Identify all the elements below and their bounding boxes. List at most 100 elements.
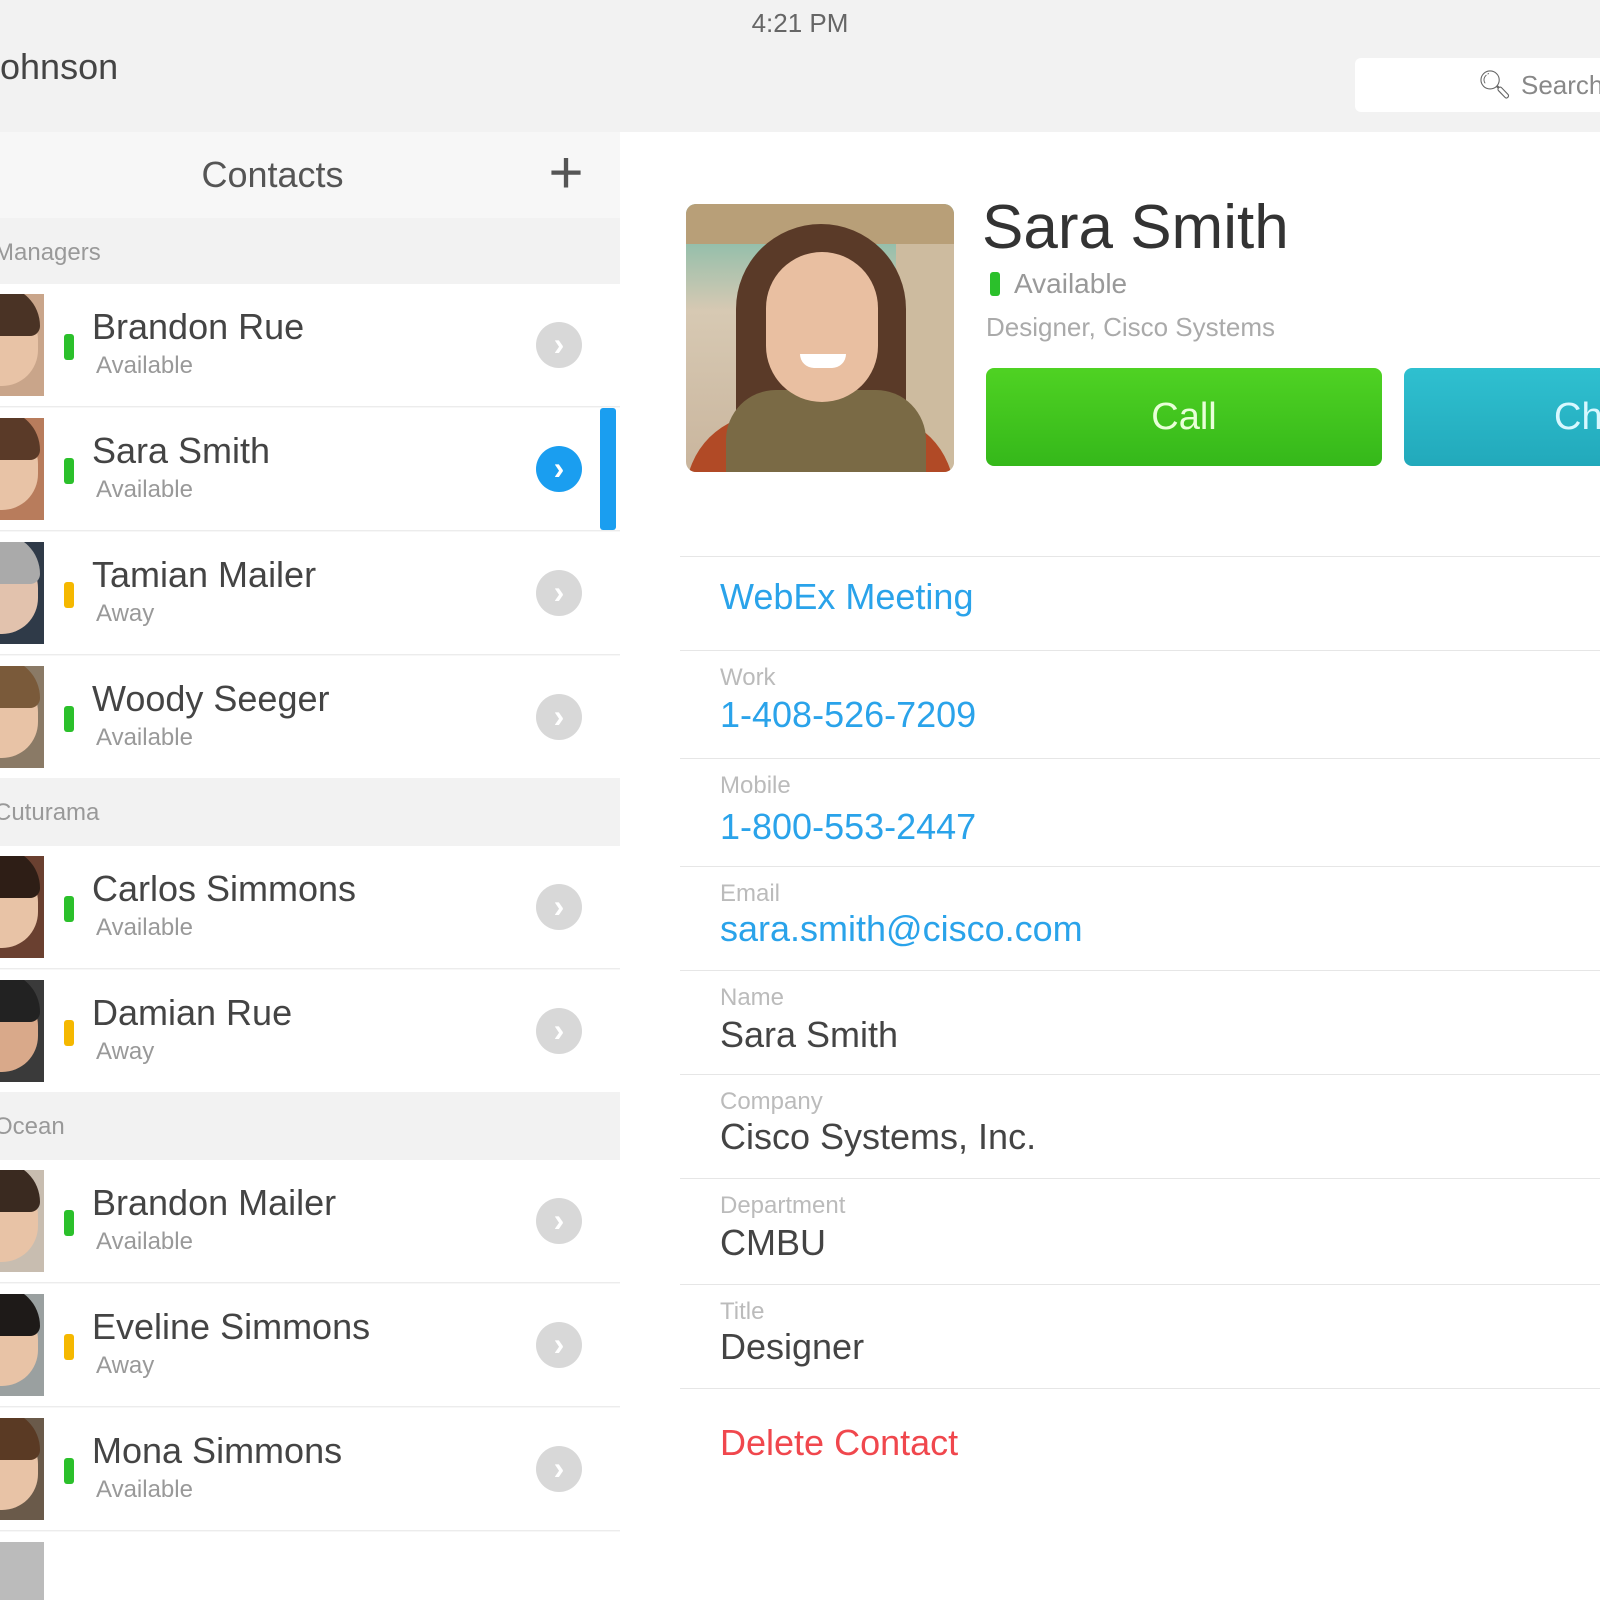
- contact-name: Mona Simmons: [92, 1430, 343, 1471]
- field-label-company: Company: [720, 1088, 823, 1115]
- avatar: [0, 1418, 44, 1520]
- group-label-managers: Managers: [0, 218, 620, 288]
- divider: [680, 758, 1600, 759]
- contacts-panel: Contacts + Managers Brandon Rue Availabl…: [0, 132, 620, 1600]
- contact-name: Carlos Simmons: [92, 868, 357, 909]
- field-value-title: Designer: [720, 1326, 865, 1367]
- presence-indicator: [64, 706, 74, 732]
- divider: [680, 1074, 1600, 1075]
- contact-row-woody-seeger[interactable]: Woody Seeger Available ›: [0, 656, 620, 779]
- presence-indicator: [64, 1210, 74, 1236]
- contact-row-eveline-simmons[interactable]: Eveline Simmons Away ›: [0, 1284, 620, 1407]
- divider: [680, 650, 1600, 651]
- search-placeholder: Search: [1521, 70, 1600, 100]
- presence-indicator: [64, 1334, 74, 1360]
- chat-button[interactable]: Chat: [1404, 368, 1600, 466]
- avatar: [0, 856, 44, 958]
- divider: [680, 1388, 1600, 1389]
- contact-status: Available: [96, 476, 193, 503]
- contact-row-mona-simmons[interactable]: Mona Simmons Available ›: [0, 1408, 620, 1531]
- divider: [680, 1284, 1600, 1285]
- contact-name: Tamian Mailer: [92, 554, 317, 595]
- chevron-right-icon[interactable]: ›: [536, 1446, 582, 1492]
- email-link[interactable]: sara.smith@cisco.com: [720, 908, 1083, 950]
- presence-indicator: [990, 272, 1000, 296]
- contact-status: Away: [96, 600, 155, 627]
- field-value-name: Sara Smith: [720, 1014, 899, 1055]
- avatar: [0, 666, 44, 768]
- group-label-cuturama: Cuturama: [0, 778, 620, 848]
- current-user-name: ohnson: [0, 46, 119, 87]
- contact-detail-title: Designer, Cisco Systems: [986, 312, 1275, 342]
- chevron-right-icon[interactable]: ›: [536, 570, 582, 616]
- contact-status: Available: [96, 914, 193, 941]
- field-label-email: Email: [720, 880, 781, 907]
- group-label-ocean: Ocean: [0, 1092, 620, 1162]
- avatar: [0, 1542, 44, 1600]
- contact-row-partial[interactable]: [0, 1532, 620, 1600]
- call-button[interactable]: Call: [986, 368, 1382, 466]
- contact-detail-name: Sara Smith: [982, 193, 1289, 262]
- contact-row-damian-rue[interactable]: Damian Rue Away ›: [0, 970, 620, 1093]
- work-phone-link[interactable]: 1-408-526-7209: [720, 694, 976, 736]
- chevron-right-icon[interactable]: ›: [536, 1322, 582, 1368]
- divider: [680, 970, 1600, 971]
- contact-photo: [686, 204, 954, 472]
- contacts-title: Contacts: [201, 154, 344, 195]
- field-label-title: Title: [720, 1298, 765, 1325]
- presence-indicator: [64, 1020, 74, 1046]
- chevron-right-icon[interactable]: ›: [536, 322, 582, 368]
- contact-name: Woody Seeger: [92, 678, 330, 719]
- contact-name: Damian Rue: [92, 992, 293, 1033]
- field-label-work: Work: [720, 664, 776, 691]
- contact-row-tamian-mailer[interactable]: Tamian Mailer Away ›: [0, 532, 620, 655]
- clock: 4:21 PM: [751, 8, 849, 38]
- avatar: [0, 542, 44, 644]
- contact-name: Brandon Rue: [92, 306, 305, 347]
- avatar: [0, 1170, 44, 1272]
- contact-status: Available: [96, 1476, 193, 1503]
- presence-indicator: [64, 1458, 74, 1484]
- delete-contact-button[interactable]: Delete Contact: [720, 1422, 958, 1464]
- add-contact-button[interactable]: +: [538, 143, 594, 204]
- chevron-right-icon[interactable]: ›: [536, 1008, 582, 1054]
- search-input[interactable]: 🔍︎ Search: [1355, 58, 1600, 112]
- presence-indicator: [64, 458, 74, 484]
- divider: [680, 866, 1600, 867]
- contact-name: Sara Smith: [92, 430, 271, 471]
- contact-row-brandon-mailer[interactable]: Brandon Mailer Available ›: [0, 1160, 620, 1283]
- field-value-department: CMBU: [720, 1222, 826, 1263]
- presence-indicator: [64, 334, 74, 360]
- divider: [680, 556, 1600, 557]
- contact-detail-status: Available: [1014, 268, 1128, 299]
- contact-detail-panel: Sara Smith Available Designer, Cisco Sys…: [620, 132, 1600, 1600]
- field-label-mobile: Mobile: [720, 772, 791, 799]
- selection-indicator: [600, 408, 616, 530]
- chevron-right-icon[interactable]: ›: [536, 884, 582, 930]
- contact-status: Available: [96, 1228, 193, 1255]
- chevron-right-icon[interactable]: ›: [536, 694, 582, 740]
- top-bar: 4:21 PM ohnson 🔍︎ Search: [0, 0, 1600, 130]
- avatar: [0, 418, 44, 520]
- presence-indicator: [64, 582, 74, 608]
- webex-meeting-link[interactable]: WebEx Meeting: [720, 576, 973, 618]
- contact-status: Available: [96, 724, 193, 751]
- avatar: [0, 1294, 44, 1396]
- field-value-company: Cisco Systems, Inc.: [720, 1116, 1037, 1157]
- contact-row-carlos-simmons[interactable]: Carlos Simmons Available ›: [0, 846, 620, 969]
- contact-name: Brandon Mailer: [92, 1182, 337, 1223]
- search-icon: 🔍︎: [1477, 69, 1513, 100]
- field-label-name: Name: [720, 984, 785, 1011]
- contact-status: Available: [96, 352, 193, 379]
- chevron-right-icon[interactable]: ›: [536, 446, 582, 492]
- contact-status: Away: [96, 1038, 155, 1065]
- contact-row-sara-smith[interactable]: Sara Smith Available ›: [0, 408, 620, 531]
- chevron-right-icon[interactable]: ›: [536, 1198, 582, 1244]
- field-label-department: Department: [720, 1192, 846, 1219]
- contact-name: Eveline Simmons: [92, 1306, 371, 1347]
- contacts-header: Contacts +: [0, 132, 620, 224]
- presence-indicator: [64, 896, 74, 922]
- contact-row-brandon-rue[interactable]: Brandon Rue Available ›: [0, 284, 620, 407]
- mobile-phone-link[interactable]: 1-800-553-2447: [720, 806, 976, 848]
- contact-status: Away: [96, 1352, 155, 1379]
